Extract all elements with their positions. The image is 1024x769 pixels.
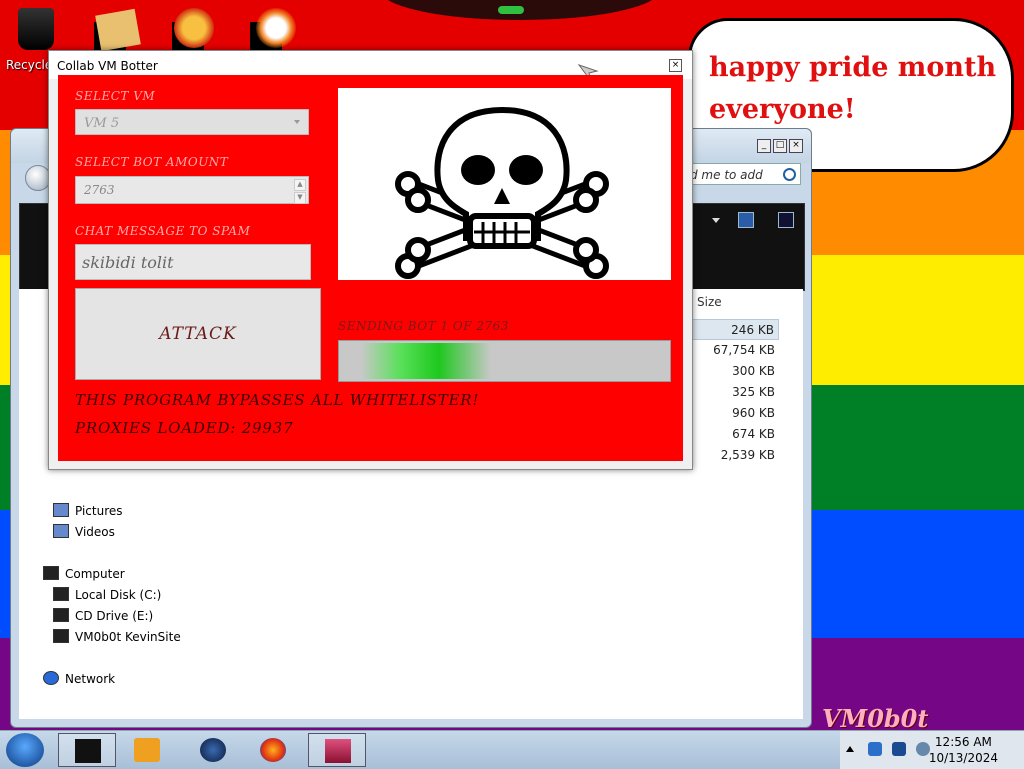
app-ring-icon[interactable]	[174, 8, 214, 48]
nav-label: Videos	[75, 525, 115, 539]
nav-label: Network	[65, 672, 116, 686]
size-column-header[interactable]: Size	[697, 295, 722, 309]
nav-item-videos[interactable]: Videos	[53, 524, 115, 539]
sending-status: SENDING BOT 1 OF 2763	[338, 319, 509, 333]
firefox-icon	[260, 738, 286, 762]
bot-amount-label: SELECT BOT AMOUNT	[75, 155, 229, 169]
globe-icon	[200, 738, 226, 762]
select-vm-label: SELECT VM	[75, 89, 156, 103]
file-size[interactable]: 2,539 KB	[691, 445, 779, 466]
nav-label: Computer	[65, 567, 125, 581]
nav-item-vm-share[interactable]: VM0b0t KevinSite	[53, 629, 181, 644]
start-button[interactable]	[6, 733, 44, 767]
skull-crossbones-image	[338, 88, 671, 280]
skull-crossbones-icon	[395, 106, 609, 279]
file-size[interactable]: 960 KB	[691, 403, 779, 424]
file-size[interactable]: 67,754 KB	[691, 340, 779, 361]
cd-drive-icon	[53, 608, 69, 622]
attack-button[interactable]: ATTACK	[75, 288, 321, 380]
view-icon[interactable]	[738, 212, 754, 228]
vm-select[interactable]: VM 5	[75, 109, 309, 135]
search-input[interactable]: d me to add	[681, 163, 801, 185]
botter-app-icon	[325, 739, 351, 763]
taskbar-item[interactable]	[118, 733, 176, 767]
window-title: Collab VM Botter	[57, 59, 158, 73]
nav-item-cd-drive[interactable]: CD Drive (E:)	[53, 608, 153, 623]
vm-logo-watermark: VM0b0t	[822, 704, 929, 733]
proxies-loaded: PROXIES LOADED: 29937	[75, 419, 294, 437]
nav-item-pictures[interactable]: Pictures	[53, 503, 123, 518]
disk-icon	[53, 587, 69, 601]
chat-message-input[interactable]: skibidi tolit	[75, 244, 311, 280]
botter-panel: SELECT VM VM 5 SELECT BOT AMOUNT 2763 ▲ …	[58, 75, 683, 461]
app-ring-icon[interactable]	[256, 8, 296, 48]
pictures-icon	[53, 503, 69, 517]
videos-icon	[53, 524, 69, 538]
nav-item-network[interactable]: Network	[43, 671, 115, 686]
nav-label: VM0b0t KevinSite	[75, 630, 181, 644]
chevron-down-icon	[294, 120, 300, 124]
stepper-controls: ▲ ▼	[294, 179, 306, 204]
file-size[interactable]: 674 KB	[691, 424, 779, 445]
computer-icon	[43, 566, 59, 580]
nav-label: CD Drive (E:)	[75, 609, 154, 623]
clock[interactable]: 12:56 AM 10/13/2024	[929, 734, 998, 766]
recycle-bin-icon[interactable]	[18, 8, 54, 50]
app-icon	[75, 739, 101, 763]
nav-item-computer[interactable]: Computer	[43, 566, 125, 581]
display-tray-icon[interactable]	[892, 742, 906, 756]
dropdown-arrow-icon[interactable]	[712, 218, 720, 223]
file-size[interactable]: 300 KB	[691, 361, 779, 382]
stepper-down-icon[interactable]: ▼	[294, 192, 306, 204]
size-list: 246 KB 67,754 KB 300 KB 325 KB 960 KB 67…	[691, 319, 779, 466]
clock-time: 12:56 AM	[934, 735, 992, 749]
file-size[interactable]: 325 KB	[691, 382, 779, 403]
folder-icon[interactable]	[95, 8, 141, 52]
taskbar-item[interactable]	[308, 733, 366, 767]
system-tray: 12:56 AM 10/13/2024	[840, 731, 1024, 769]
taskbar: 12:56 AM 10/13/2024	[0, 730, 1024, 769]
botter-window: Collab VM Botter × SELECT VM VM 5 SELECT…	[48, 50, 693, 470]
show-hidden-icons-icon[interactable]	[846, 746, 854, 752]
network-drive-icon	[53, 629, 69, 643]
nav-item-local-disk[interactable]: Local Disk (C:)	[53, 587, 161, 602]
stepper-up-icon[interactable]: ▲	[294, 179, 306, 191]
taskbar-item[interactable]	[58, 733, 116, 767]
bypass-notice: THIS PROGRAM BYPASSES ALL WHITELISTER!	[75, 391, 480, 409]
nav-label: Local Disk (C:)	[75, 588, 162, 602]
preview-pane-icon[interactable]	[778, 212, 794, 228]
recycle-bin-label: Recycle	[6, 58, 53, 72]
progress-bar-fill	[361, 343, 491, 379]
chat-message-label: CHAT MESSAGE TO SPAM	[75, 224, 251, 238]
bot-amount-value: 2763	[84, 183, 115, 197]
bot-amount-stepper[interactable]: 2763 ▲ ▼	[75, 176, 309, 204]
minimize-icon[interactable]: _	[757, 139, 771, 153]
clock-date: 10/13/2024	[928, 751, 998, 765]
file-size[interactable]: 246 KB	[691, 319, 779, 340]
window-controls: _ □ ×	[757, 139, 803, 153]
media-player-icon	[134, 738, 160, 762]
vm-select-value: VM 5	[84, 116, 120, 131]
network-icon	[43, 671, 59, 685]
network-tray-icon[interactable]	[868, 742, 882, 756]
close-icon[interactable]: ×	[669, 59, 682, 72]
search-icon[interactable]	[783, 168, 796, 181]
progress-bar	[338, 340, 671, 382]
search-placeholder: d me to add	[690, 168, 763, 182]
bubble-text: happy pride month everyone!	[709, 52, 997, 125]
nav-label: Pictures	[75, 504, 123, 518]
taskbar-item[interactable]	[184, 733, 242, 767]
taskbar-item[interactable]	[244, 733, 302, 767]
maximize-icon[interactable]: □	[773, 139, 787, 153]
close-icon[interactable]: ×	[789, 139, 803, 153]
